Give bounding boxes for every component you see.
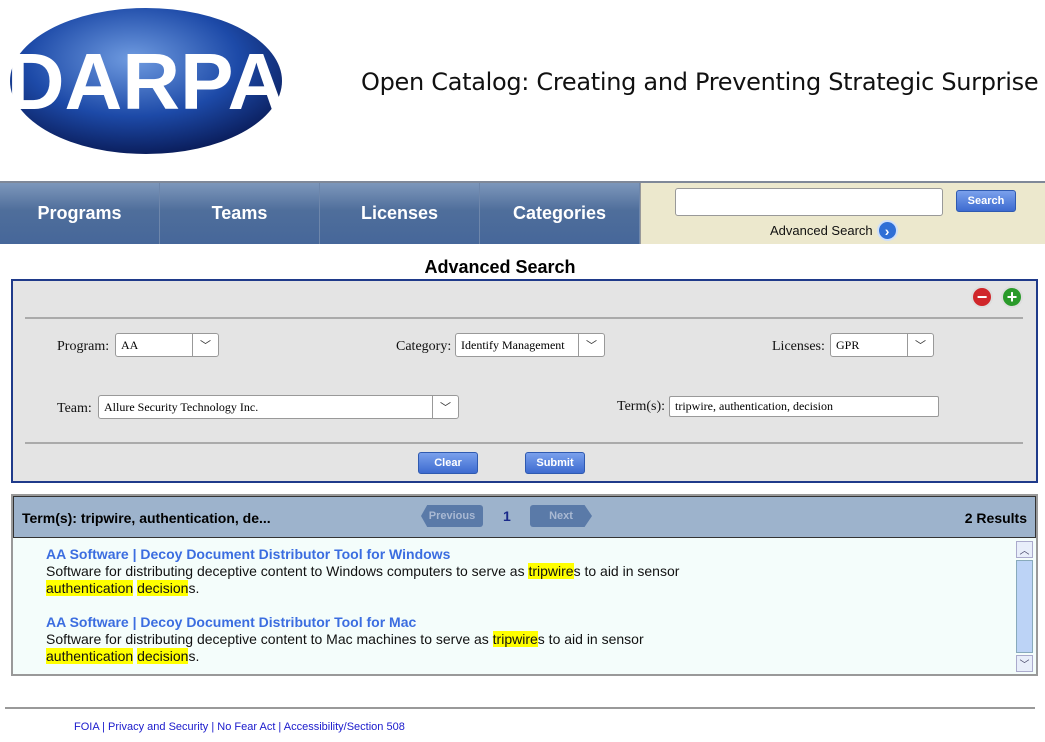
- divider: [25, 442, 1023, 444]
- highlighted-term: authentication: [46, 580, 134, 596]
- search-button[interactable]: Search: [956, 190, 1016, 212]
- licenses-value: GPR: [836, 337, 860, 352]
- next-button[interactable]: Next: [530, 505, 592, 527]
- chevron-right-icon[interactable]: ›: [876, 220, 898, 241]
- description-text: Software for distributing deceptive cont…: [46, 563, 529, 579]
- clear-button[interactable]: Clear: [418, 452, 478, 474]
- chevron-down-icon: ﹀: [907, 334, 933, 356]
- category-label: Category:: [396, 339, 452, 354]
- chevron-down-icon: ﹀: [578, 334, 604, 356]
- chevron-down-icon: ﹀: [432, 396, 458, 418]
- description-text: s to aid in sensor: [537, 631, 644, 647]
- advanced-search-label: Advanced Search: [770, 223, 873, 238]
- page-title: Advanced Search: [424, 257, 576, 277]
- description-text: s.: [188, 580, 200, 596]
- footer-no-fear-act[interactable]: No Fear Act: [217, 721, 275, 733]
- program-label: Program:: [57, 339, 110, 354]
- footer-foia[interactable]: FOIA: [74, 721, 99, 733]
- terms-label: Term(s):: [617, 399, 666, 414]
- team-label: Team:: [57, 401, 92, 416]
- team-value: Allure Security Technology Inc.: [104, 399, 259, 414]
- nav-licenses[interactable]: Licenses: [320, 183, 480, 244]
- submit-button[interactable]: Submit: [525, 452, 585, 474]
- category-select[interactable]: Identify Management ﹀: [455, 333, 605, 357]
- advanced-search-form: − + Program: AA ﹀ Category: Identify Mana…: [11, 279, 1038, 483]
- highlighted-term: authentication: [46, 648, 134, 664]
- remove-icon[interactable]: −: [971, 286, 993, 308]
- team-select[interactable]: Allure Security Technology Inc. ﹀: [98, 395, 459, 419]
- nav-teams[interactable]: Teams: [160, 183, 320, 244]
- logo-text: DARPA: [8, 37, 284, 126]
- footer-links: FOIA | Privacy and Security | No Fear Ac…: [74, 721, 405, 733]
- result-description: Software for distributing deceptive cont…: [46, 631, 644, 665]
- main-nav: Programs Teams Licenses Categories Searc…: [0, 181, 1045, 244]
- search-area: Search Advanced Search ›: [640, 183, 1045, 244]
- scrollbar[interactable]: ︿ ﹀: [1016, 541, 1033, 672]
- scroll-thumb[interactable]: [1016, 560, 1033, 653]
- site-title: Open Catalog: Creating and Preventing St…: [361, 68, 1039, 96]
- result-title-link[interactable]: AA Software | Decoy Document Distributor…: [46, 546, 679, 563]
- licenses-label: Licenses:: [772, 339, 825, 354]
- scroll-up-icon[interactable]: ︿: [1016, 541, 1033, 558]
- licenses-select[interactable]: GPR ﹀: [830, 333, 934, 357]
- description-text: Software for distributing deceptive cont…: [46, 631, 493, 647]
- highlighted-term: decision: [137, 580, 189, 596]
- terms-input[interactable]: tripwire, authentication, decision: [669, 396, 939, 417]
- results-panel: Term(s): tripwire, authentication, de...…: [11, 494, 1038, 676]
- search-input[interactable]: [675, 188, 943, 216]
- results-count: 2 Results: [964, 510, 1027, 526]
- result-description: Software for distributing deceptive cont…: [46, 563, 679, 597]
- add-icon[interactable]: +: [1001, 286, 1023, 308]
- chevron-down-icon: ﹀: [192, 334, 218, 356]
- advanced-search-link[interactable]: Advanced Search ›: [770, 220, 898, 241]
- page-number[interactable]: 1: [503, 508, 511, 524]
- divider: [25, 317, 1023, 319]
- previous-button[interactable]: Previous: [421, 505, 483, 527]
- result-item: AA Software | Decoy Document Distributor…: [46, 614, 644, 665]
- highlighted-term: tripwire: [492, 631, 538, 647]
- program-select[interactable]: AA ﹀: [115, 333, 219, 357]
- category-value: Identify Management: [461, 337, 565, 352]
- footer-divider: [5, 707, 1035, 709]
- nav-programs[interactable]: Programs: [0, 183, 160, 244]
- result-title-link[interactable]: AA Software | Decoy Document Distributor…: [46, 614, 644, 631]
- terms-summary: Term(s): tripwire, authentication, de...: [22, 510, 271, 526]
- darpa-logo: DARPA: [8, 8, 284, 154]
- scroll-down-icon[interactable]: ﹀: [1016, 655, 1033, 672]
- description-text: s to aid in sensor: [573, 563, 680, 579]
- nav-categories[interactable]: Categories: [480, 183, 640, 244]
- footer-accessibility[interactable]: Accessibility/Section 508: [284, 721, 405, 733]
- program-value: AA: [121, 337, 139, 352]
- results-header: Term(s): tripwire, authentication, de...…: [13, 496, 1036, 538]
- highlighted-term: decision: [137, 648, 189, 664]
- results-list: AA Software | Decoy Document Distributor…: [13, 538, 1036, 674]
- highlighted-term: tripwire: [528, 563, 574, 579]
- footer-privacy[interactable]: Privacy and Security: [108, 721, 208, 733]
- result-item: AA Software | Decoy Document Distributor…: [46, 546, 679, 597]
- description-text: s.: [188, 648, 200, 664]
